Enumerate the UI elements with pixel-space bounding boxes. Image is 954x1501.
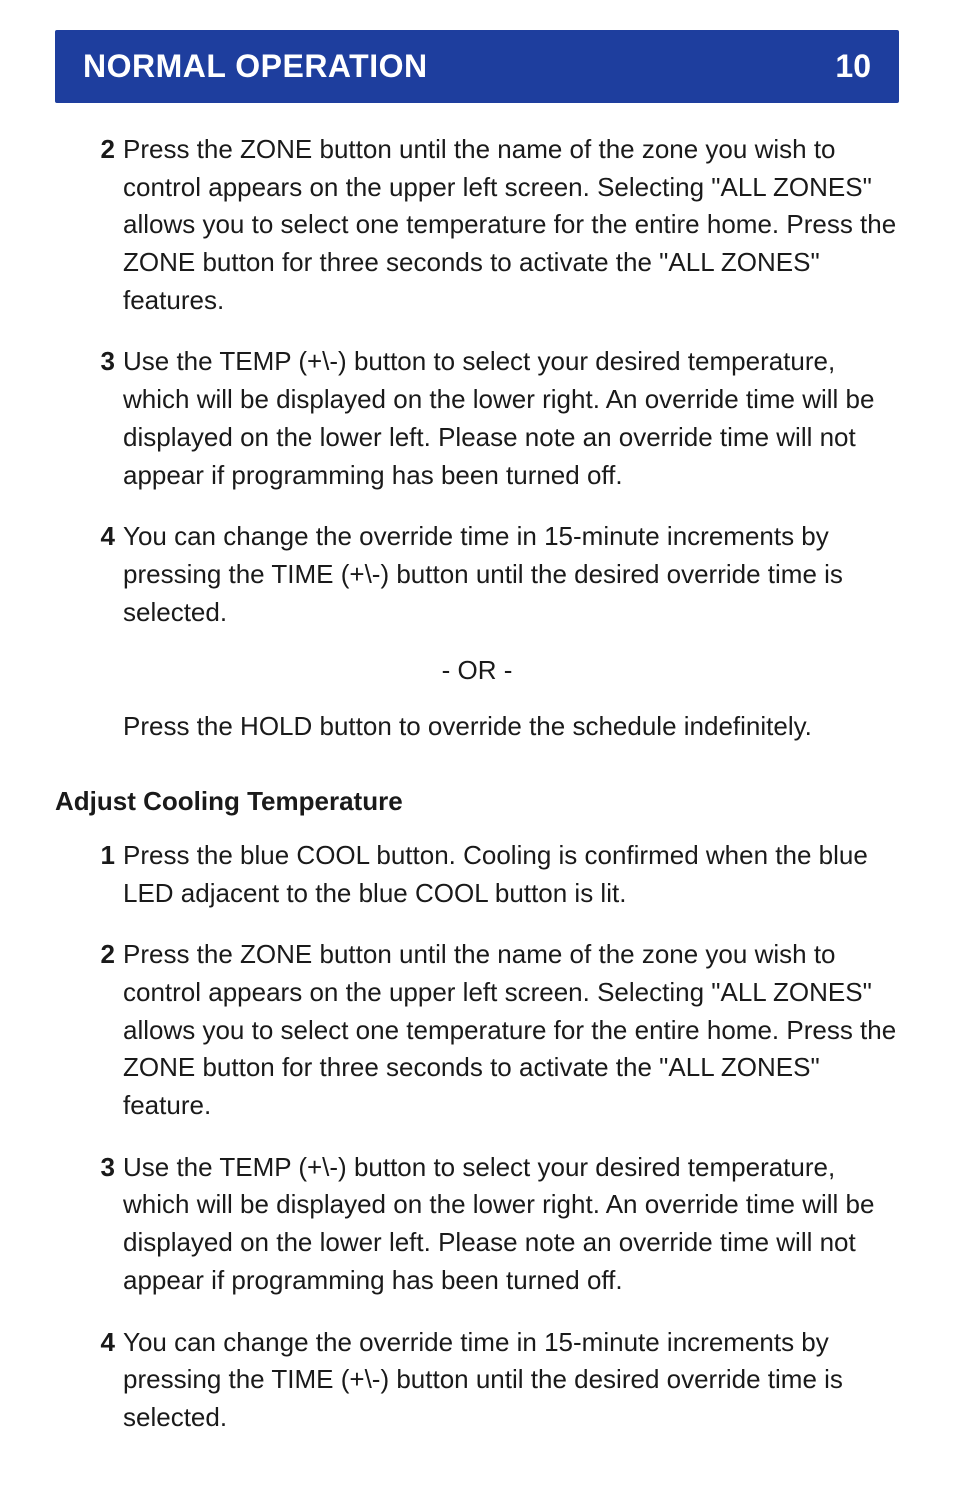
section2-heading: Adjust Cooling Temperature xyxy=(55,786,899,817)
section2-steps: 1 Press the blue COOL button. Cooling is… xyxy=(55,837,899,1437)
step-text: Use the TEMP (+\-) button to select your… xyxy=(123,1152,874,1295)
step-item: 4 You can change the override time in 15… xyxy=(95,1324,899,1437)
page: NORMAL OPERATION 10 2 Press the ZONE but… xyxy=(0,0,954,1501)
header-page-number: 10 xyxy=(835,48,871,85)
step-item: 3 Use the TEMP (+\-) button to select yo… xyxy=(95,1149,899,1300)
step-text: You can change the override time in 15-m… xyxy=(123,1327,843,1432)
step-number: 4 xyxy=(95,1324,115,1362)
header-bar: NORMAL OPERATION 10 xyxy=(55,30,899,103)
step-item: 1 Press the blue COOL button. Cooling is… xyxy=(95,837,899,912)
step-item: 2 Press the ZONE button until the name o… xyxy=(95,131,899,319)
header-title: NORMAL OPERATION xyxy=(83,48,428,85)
step-text: You can change the override time in 15-m… xyxy=(123,521,843,626)
step-text: Use the TEMP (+\-) button to select your… xyxy=(123,346,874,489)
section1-follow: Press the HOLD button to override the sc… xyxy=(55,708,899,746)
step-number: 1 xyxy=(95,837,115,875)
step-number: 3 xyxy=(95,343,115,381)
step-item: 4 You can change the override time in 15… xyxy=(95,518,899,631)
step-number: 2 xyxy=(95,131,115,169)
step-text: Press the ZONE button until the name of … xyxy=(123,134,896,315)
step-item: 2 Press the ZONE button until the name o… xyxy=(95,936,899,1124)
step-text: Press the blue COOL button. Cooling is c… xyxy=(123,840,868,908)
step-number: 3 xyxy=(95,1149,115,1187)
step-number: 2 xyxy=(95,936,115,974)
section1-steps: 2 Press the ZONE button until the name o… xyxy=(55,131,899,631)
step-text: Press the ZONE button until the name of … xyxy=(123,939,896,1120)
or-separator: - OR - xyxy=(55,655,899,686)
step-item: 3 Use the TEMP (+\-) button to select yo… xyxy=(95,343,899,494)
step-number: 4 xyxy=(95,518,115,556)
